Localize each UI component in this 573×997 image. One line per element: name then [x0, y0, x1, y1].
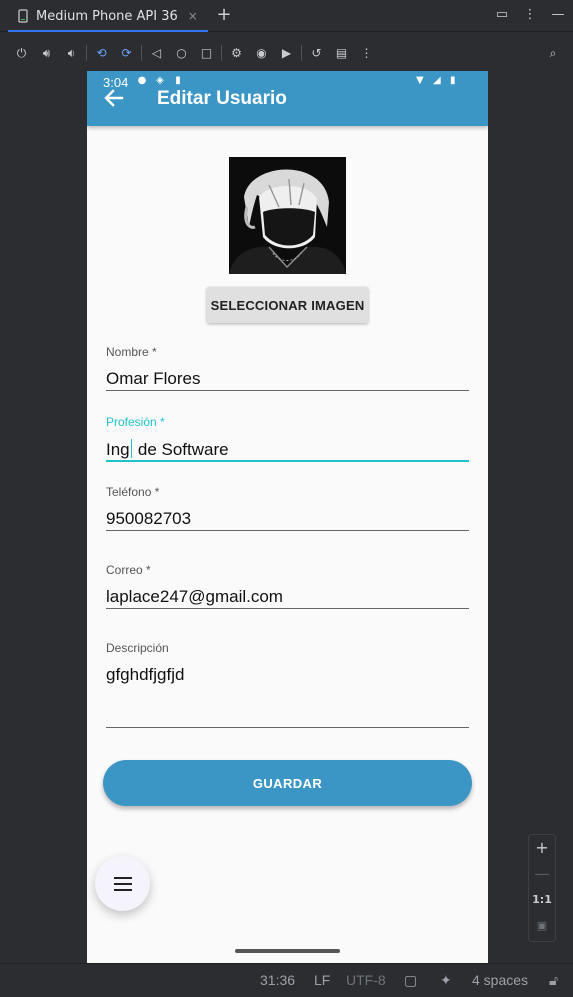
line-ending[interactable]: LF [314, 972, 330, 988]
lock-icon[interactable]: 🔓︎ [549, 972, 558, 989]
profession-field[interactable]: Profesión * Ing de Software [106, 415, 469, 462]
ide-tab-bar: Medium Phone API 36 × + ▭ ⋮ — [0, 0, 573, 32]
tab-close-icon[interactable]: × [188, 9, 198, 23]
profession-underline [106, 460, 469, 462]
volume-up-icon[interactable]: 🔊︎ [34, 41, 59, 65]
phone-screen: 3:04 ● ◈ ▮ ▼ ◢ ▮ Editar Usuario SELECCIO… [87, 71, 488, 963]
home-icon[interactable]: ○ [169, 41, 194, 65]
profession-input[interactable]: Ing de Software [106, 439, 469, 461]
menu-fab[interactable] [95, 856, 150, 911]
profession-text-after-caret: de Software [133, 440, 229, 459]
email-underline [106, 608, 469, 609]
device-icon [16, 9, 30, 23]
description-label: Descripción [106, 641, 169, 655]
shield-icon: ◈ [156, 75, 164, 86]
name-field[interactable]: Nombre * Omar Flores [106, 345, 469, 391]
back-icon[interactable]: ◁ [144, 41, 169, 65]
toolbar-divider [86, 45, 87, 61]
rotate-left-icon[interactable]: ⟲ [89, 41, 114, 65]
emulator-toolbar: ⏻ 🔊︎ 🔉︎ ⟲ ⟳ ◁ ○ □ ⚙ ◉ ▶ ↺ ▤ ⋮ ⌕ [0, 38, 573, 68]
zoom-fit-icon[interactable]: ▣ [529, 913, 555, 939]
profile-image [229, 157, 346, 274]
phone-label: Teléfono * [106, 485, 160, 499]
profession-text-before-caret: Ing [106, 440, 130, 459]
back-arrow-icon[interactable] [103, 87, 125, 109]
name-label: Nombre * [106, 345, 157, 359]
alert-icon: ● [137, 75, 147, 86]
app-bar: 3:04 ● ◈ ▮ ▼ ◢ ▮ Editar Usuario [87, 71, 488, 126]
wifi-icon: ▼ [416, 75, 424, 86]
notifications-icon[interactable]: ▢ [404, 972, 417, 989]
phone-input[interactable]: 950082703 [106, 509, 469, 531]
email-label: Correo * [106, 563, 151, 577]
device-settings-icon[interactable]: ⚙ [224, 41, 249, 65]
description-field[interactable]: Descripción gfghdfjgfjd [106, 641, 469, 728]
phone-underline [106, 530, 469, 531]
name-underline [106, 390, 469, 391]
indent-setting[interactable]: 4 spaces [472, 972, 528, 988]
profession-label: Profesión * [106, 415, 165, 429]
tab-active-indicator [8, 30, 208, 32]
select-image-button[interactable]: SELECCIONAR IMAGEN [207, 287, 368, 323]
sim-icon: ▮ [175, 75, 181, 86]
zoom-out-button[interactable]: — [529, 861, 555, 887]
maximize-icon[interactable]: ▭ [495, 6, 509, 24]
zoom-reset-button[interactable]: 1:1 [529, 887, 555, 913]
record-icon[interactable]: ▶ [274, 41, 299, 65]
page-title: Editar Usuario [157, 88, 287, 109]
cursor-position[interactable]: 31:36 [260, 972, 295, 988]
email-field[interactable]: Correo * laplace247@gmail.com [106, 563, 469, 609]
toolbar-divider [221, 45, 222, 61]
status-icons-left: ● ◈ ▮ [136, 75, 184, 87]
tab-title: Medium Phone API 36 [36, 8, 178, 24]
ide-status-bar: 31:36 LF UTF-8 ▢ ✦ 4 spaces 🔓︎ [0, 963, 573, 997]
signal-icon: ◢ [433, 75, 441, 86]
volume-down-icon[interactable]: 🔉︎ [59, 41, 84, 65]
add-tab-button[interactable]: + [214, 5, 234, 25]
gesture-nav-handle[interactable] [235, 949, 340, 953]
window-controls: ▭ ⋮ — [495, 6, 565, 24]
battery-icon: ▮ [450, 75, 456, 86]
phone-field[interactable]: Teléfono * 950082703 [106, 485, 469, 531]
zoom-in-button[interactable]: + [529, 835, 555, 861]
rotate-right-icon[interactable]: ⟳ [114, 41, 139, 65]
minimize-icon[interactable]: — [551, 6, 565, 24]
overview-icon[interactable]: □ [194, 41, 219, 65]
display-icon[interactable]: ▤ [329, 41, 354, 65]
more-icon[interactable]: ⋮ [354, 41, 379, 65]
file-encoding[interactable]: UTF-8 [346, 972, 386, 988]
menu-icon [113, 876, 132, 891]
zoom-controls: + — 1:1 ▣ [528, 834, 556, 942]
email-input[interactable]: laplace247@gmail.com [106, 587, 469, 609]
toolbar-divider [141, 45, 142, 61]
status-icons-right: ▼ ◢ ▮ [416, 75, 462, 87]
search-icon[interactable]: ⌕ [541, 41, 565, 65]
description-underline [106, 727, 469, 728]
ai-assistant-icon[interactable]: ✦ [440, 972, 452, 989]
more-options-icon[interactable]: ⋮ [523, 6, 537, 24]
description-input[interactable]: gfghdfjgfjd [106, 665, 469, 687]
device-tab[interactable]: Medium Phone API 36 × [8, 0, 208, 32]
name-input[interactable]: Omar Flores [106, 369, 469, 391]
save-button[interactable]: GUARDAR [103, 760, 472, 806]
power-icon[interactable]: ⏻ [9, 41, 34, 65]
text-caret [130, 439, 133, 458]
snapshot-icon[interactable]: ↺ [304, 41, 329, 65]
camera-icon[interactable]: ◉ [249, 41, 274, 65]
toolbar-divider [301, 45, 302, 61]
